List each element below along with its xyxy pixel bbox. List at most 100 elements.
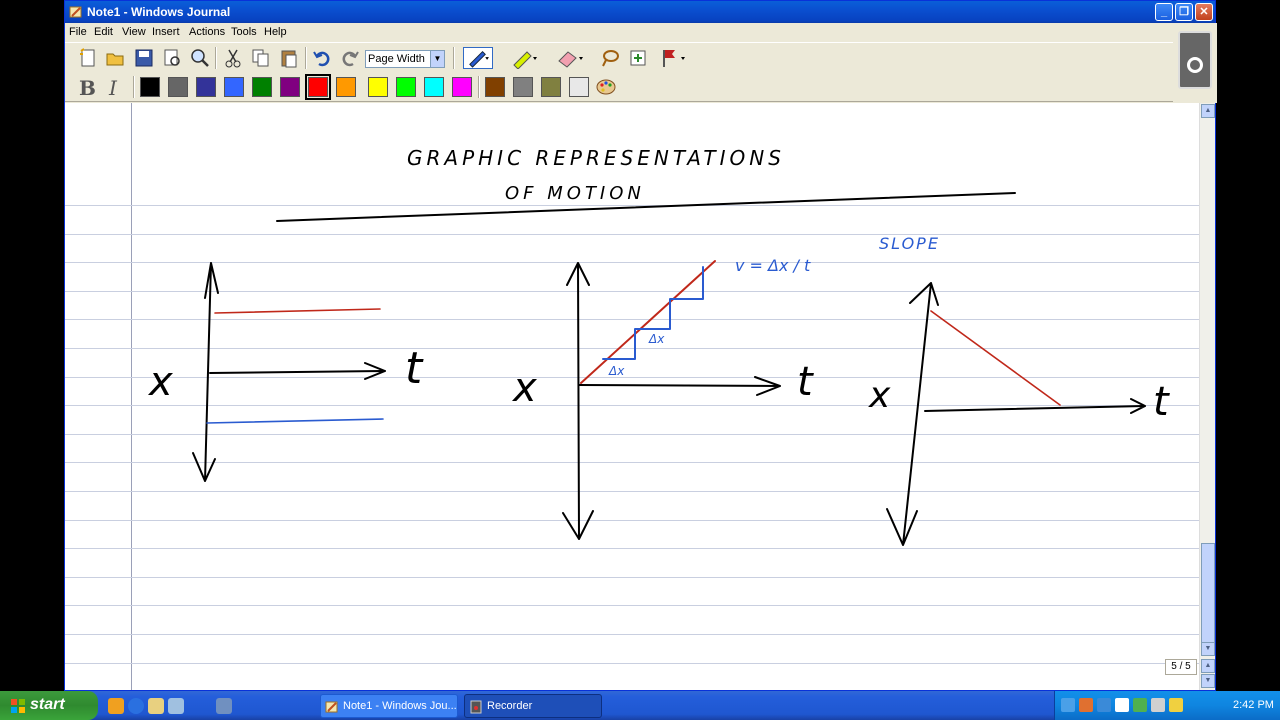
tray-network-icon[interactable]: [1097, 698, 1111, 712]
toolbar-separator: [215, 47, 217, 69]
color-brown[interactable]: [485, 77, 505, 97]
page-indicator: 5 / 5: [1165, 659, 1197, 675]
highlighter-icon[interactable]: [509, 47, 543, 69]
start-label: start: [30, 696, 65, 713]
lasso-select-icon[interactable]: [599, 47, 621, 69]
system-tray: 2:42 PM: [1054, 691, 1280, 720]
format-toolbar: B I: [65, 72, 1173, 102]
graph2-x-label: x: [511, 365, 537, 411]
menu-tools[interactable]: Tools: [231, 26, 257, 38]
outlook-icon[interactable]: [108, 698, 124, 714]
color-purple[interactable]: [280, 77, 300, 97]
tray-signal-icon[interactable]: [1133, 698, 1147, 712]
internet-explorer-icon[interactable]: [128, 698, 144, 714]
graph2-vertical-axis: [562, 262, 594, 540]
save-icon[interactable]: [133, 47, 155, 69]
open-icon[interactable]: [104, 47, 126, 69]
color-blue[interactable]: [224, 77, 244, 97]
ink-layer: GRAPHIC REPRESENTATIONS OF MOTION x t x …: [147, 146, 1170, 546]
tray-arrow-icon[interactable]: [1061, 698, 1075, 712]
chevron-down-icon[interactable]: ▼: [430, 51, 444, 67]
graph3-x-label: x: [868, 375, 891, 416]
graph2-t-label: t: [797, 359, 814, 405]
toolbar-separator: [133, 76, 135, 98]
color-dark-gray[interactable]: [513, 77, 533, 97]
color-black[interactable]: [140, 77, 160, 97]
graph1-x-label: x: [147, 359, 173, 405]
bold-button[interactable]: B: [79, 76, 96, 100]
toolbar-separator: [305, 47, 307, 69]
find-icon[interactable]: [189, 47, 211, 69]
tray-z-icon[interactable]: [1115, 698, 1129, 712]
redo-icon[interactable]: [339, 47, 361, 69]
menu-edit[interactable]: Edit: [94, 26, 113, 38]
tray-app-icon[interactable]: [1079, 698, 1093, 712]
menu-bar: File Edit View Insert Actions Tools Help: [65, 23, 1173, 41]
color-magenta[interactable]: [452, 77, 472, 97]
pen-icon[interactable]: [463, 47, 493, 69]
scroll-up-button[interactable]: ▲: [1201, 104, 1215, 118]
menu-insert[interactable]: Insert: [152, 26, 180, 38]
vertical-scrollbar[interactable]: ▲ ▼ ▲ ▼: [1199, 103, 1215, 690]
recorder-widget[interactable]: [1178, 31, 1212, 89]
toolbar-separator: [453, 47, 455, 69]
eraser-icon[interactable]: [555, 47, 589, 69]
previous-page-button[interactable]: ▲: [1201, 659, 1215, 673]
color-red[interactable]: [305, 74, 331, 100]
tablet-input-icon[interactable]: [216, 698, 232, 714]
color-orange[interactable]: [336, 77, 356, 97]
close-button[interactable]: ✕: [1195, 3, 1213, 21]
window-title: Note1 - Windows Journal: [87, 5, 231, 19]
print-preview-icon[interactable]: [161, 47, 183, 69]
taskbar-item-label: Recorder: [487, 700, 533, 712]
color-gray[interactable]: [168, 77, 188, 97]
new-note-icon[interactable]: [77, 47, 99, 69]
next-page-button[interactable]: ▼: [1201, 674, 1215, 688]
insert-space-icon[interactable]: [627, 47, 649, 69]
note-page[interactable]: GRAPHIC REPRESENTATIONS OF MOTION x t x …: [65, 103, 1199, 690]
color-cyan[interactable]: [424, 77, 444, 97]
scroll-down-button[interactable]: ▼: [1201, 642, 1215, 656]
color-lime[interactable]: [396, 77, 416, 97]
journal-task-icon: [325, 701, 338, 713]
maximize-button[interactable]: ❐: [1175, 3, 1193, 21]
program-icon[interactable]: [168, 698, 184, 714]
title-line1: GRAPHIC REPRESENTATIONS: [407, 146, 785, 170]
cut-icon[interactable]: [222, 47, 244, 69]
zoom-select[interactable]: Page Width ▼: [365, 50, 445, 68]
flag-icon[interactable]: [659, 47, 691, 69]
taskbar-item-journal[interactable]: Note1 - Windows Jou...: [320, 694, 458, 718]
graph2-red-slope: [580, 260, 716, 384]
paste-icon[interactable]: [278, 47, 300, 69]
copy-icon[interactable]: [250, 47, 272, 69]
graph3-red-line: [930, 310, 1061, 406]
menu-file[interactable]: File: [69, 26, 87, 38]
graph3-horizontal-axis: [924, 398, 1146, 414]
color-light[interactable]: [569, 77, 589, 97]
color-navy[interactable]: [196, 77, 216, 97]
italic-button[interactable]: I: [109, 76, 117, 100]
tray-monitor-icon[interactable]: [1151, 698, 1165, 712]
journal-quicklaunch-icon[interactable]: [148, 698, 164, 714]
graph1-t-label: t: [405, 343, 424, 394]
tray-speaker-icon[interactable]: [1169, 698, 1183, 712]
journal-app-icon: [69, 6, 82, 18]
menu-view[interactable]: View: [122, 26, 146, 38]
graph1-red-line: [214, 308, 381, 314]
taskbar-item-recorder[interactable]: Recorder: [464, 694, 602, 718]
color-green[interactable]: [252, 77, 272, 97]
slope-label: SLOPE: [879, 234, 940, 253]
undo-icon[interactable]: [311, 47, 333, 69]
start-button[interactable]: start: [0, 691, 98, 720]
title-bar[interactable]: Note1 - Windows Journal _ ❐ ✕: [65, 1, 1215, 23]
menu-help[interactable]: Help: [264, 26, 287, 38]
palette-icon[interactable]: [595, 76, 617, 98]
scroll-thumb[interactable]: [1201, 543, 1215, 643]
menu-actions[interactable]: Actions: [189, 26, 225, 38]
minimize-button[interactable]: _: [1155, 3, 1173, 21]
recorder-task-icon: [470, 700, 482, 714]
taskbar: start Note1 - Windows Jou... Recorder 2:…: [0, 691, 1280, 720]
color-olive[interactable]: [541, 77, 561, 97]
velocity-formula: v = Δx / t: [735, 256, 811, 275]
color-yellow[interactable]: [368, 77, 388, 97]
